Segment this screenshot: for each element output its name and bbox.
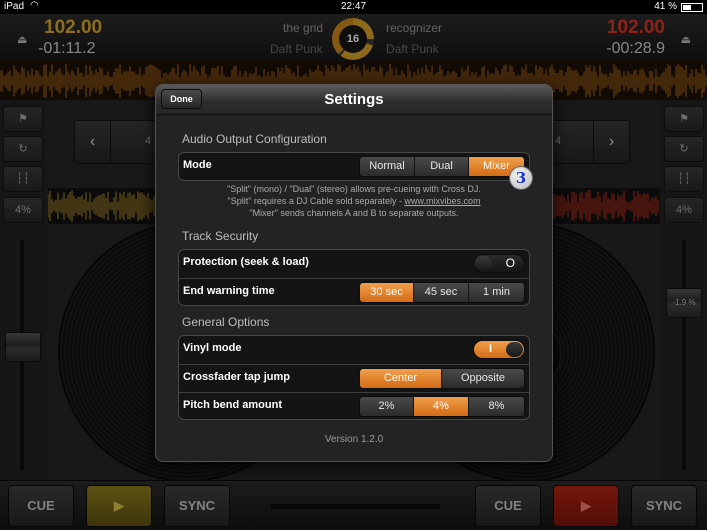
end-warning-label: End warning time: [183, 285, 275, 297]
pitch-bend-option-4[interactable]: 4%: [414, 397, 469, 416]
mode-row: Mode Normal Dual Mixer: [179, 153, 529, 180]
pitch-bend-option-2[interactable]: 2%: [360, 397, 414, 416]
status-bar: iPad ◠ 22:47 41 %: [0, 0, 707, 14]
audio-output-heading: Audio Output Configuration: [182, 132, 327, 146]
protection-row: Protection (seek & load) O: [179, 250, 529, 277]
mode-option-dual[interactable]: Dual: [415, 157, 469, 176]
end-warning-option-45sec[interactable]: 45 sec: [414, 283, 469, 302]
pitch-bend-option-8[interactable]: 8%: [469, 397, 524, 416]
protection-toggle-knob: [475, 256, 492, 271]
general-options-group: Vinyl mode I Crossfader tap jump Center …: [178, 335, 530, 420]
vinyl-mode-label: Vinyl mode: [183, 342, 242, 354]
settings-titlebar: Done Settings: [156, 85, 552, 115]
step-badge: 3: [509, 166, 533, 190]
mode-help-line-1: "Split" (mono) / "Dual" (stereo) allows …: [227, 184, 481, 194]
vinyl-row: Vinyl mode I: [179, 336, 529, 363]
general-options-heading: General Options: [182, 315, 270, 329]
end-warning-option-30sec[interactable]: 30 sec: [360, 283, 414, 302]
settings-title: Settings: [324, 91, 384, 108]
crossfader-segmented-control: Center Opposite: [359, 368, 525, 389]
crossfader-tap-label: Crossfader tap jump: [183, 371, 290, 383]
mode-label: Mode: [183, 159, 212, 171]
clock: 22:47: [340, 1, 367, 12]
track-security-group: Protection (seek & load) O End warning t…: [178, 249, 530, 306]
mode-help-line-3: "Mixer" sends channels A and B to separa…: [249, 208, 459, 218]
crossfader-option-opposite[interactable]: Opposite: [442, 369, 524, 388]
end-warning-option-1min[interactable]: 1 min: [469, 283, 524, 302]
protection-label: Protection (seek & load): [183, 256, 309, 268]
pitch-bend-segmented-control: 2% 4% 8%: [359, 396, 525, 417]
battery-icon: [681, 3, 703, 12]
pitch-bend-label: Pitch bend amount: [183, 399, 282, 411]
mode-option-normal[interactable]: Normal: [360, 157, 415, 176]
toggle-off-icon: O: [505, 256, 515, 270]
version-label: Version 1.2.0: [324, 434, 384, 445]
track-security-heading: Track Security: [182, 229, 259, 243]
mode-help-line-2-text: "Split" requires a DJ Cable sold separat…: [227, 196, 405, 206]
mode-help-line-2: "Split" requires a DJ Cable sold separat…: [156, 196, 552, 206]
audio-output-group: Mode Normal Dual Mixer: [178, 152, 530, 181]
vinyl-toggle-knob: [506, 342, 523, 357]
settings-panel: Done Settings Audio Output Configuration…: [155, 84, 553, 462]
end-warning-row: End warning time 30 sec 45 sec 1 min: [179, 278, 529, 305]
mixvibes-link[interactable]: www.mixvibes.com: [404, 196, 480, 206]
protection-toggle[interactable]: O: [473, 254, 525, 273]
end-warning-segmented-control: 30 sec 45 sec 1 min: [359, 282, 525, 303]
crossfader-row: Crossfader tap jump Center Opposite: [179, 364, 529, 391]
pitch-bend-row: Pitch bend amount 2% 4% 8%: [179, 392, 529, 419]
mode-segmented-control: Normal Dual Mixer: [359, 156, 525, 177]
crossfader-option-center[interactable]: Center: [360, 369, 442, 388]
settings-body: Audio Output Configuration Mode Normal D…: [156, 116, 552, 461]
toggle-on-icon: I: [489, 343, 493, 355]
vinyl-mode-toggle[interactable]: I: [473, 340, 525, 359]
battery-percent: 41 %: [654, 1, 677, 12]
